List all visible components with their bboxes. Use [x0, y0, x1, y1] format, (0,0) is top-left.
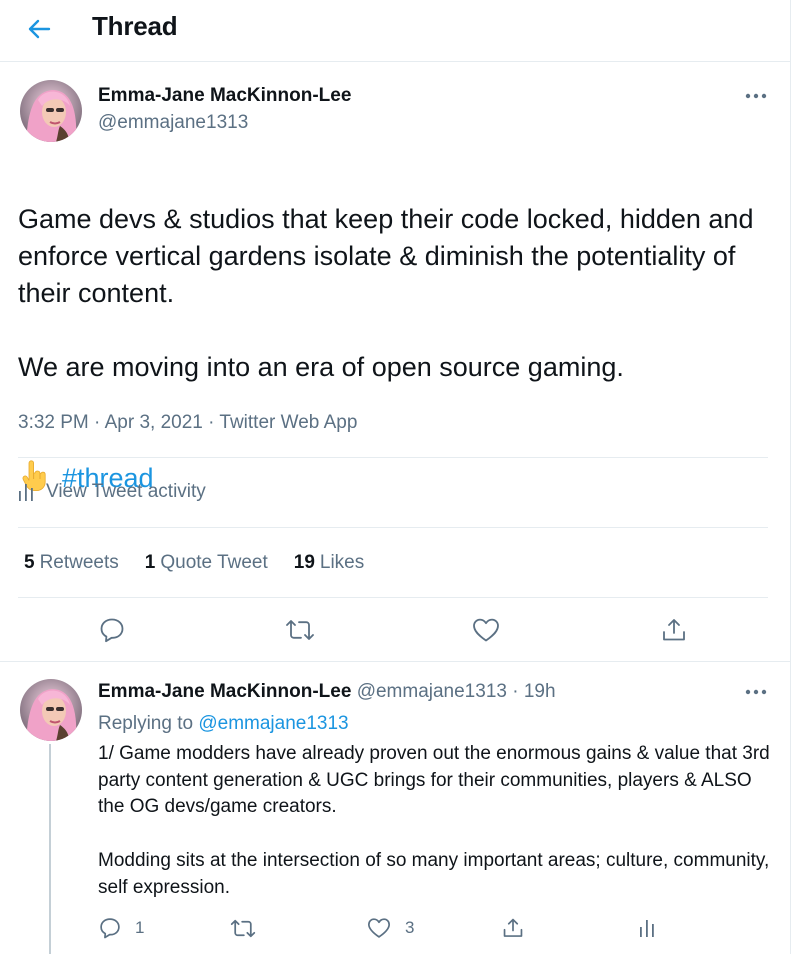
retweet-button[interactable] [280, 610, 320, 650]
analytics-icon [19, 484, 33, 501]
replying-prefix: Replying to [98, 713, 194, 734]
reply-time[interactable]: 19h [524, 681, 556, 702]
tweet-text: Game devs & studios that keep their code… [18, 164, 778, 497]
quotes-label: Quote Tweet [160, 552, 268, 573]
retweet-icon [286, 620, 314, 640]
view-activity-button[interactable]: View Tweet activity [18, 481, 206, 503]
section-divider [0, 661, 791, 662]
replying-to-link[interactable]: @emmajane1313 [198, 713, 348, 734]
divider [18, 457, 768, 458]
reply-separator: · [512, 681, 519, 702]
reply-icon [100, 618, 124, 643]
reply-icon [100, 918, 120, 939]
replying-to: Replying to @emmajane1313 [98, 713, 349, 735]
view-activity-label: View Tweet activity [46, 481, 206, 502]
analytics-icon [640, 920, 654, 937]
profile-photo-icon [20, 80, 82, 142]
reply-text: 1/ Game modders have already proven out … [98, 743, 770, 898]
tweet-stats: 5 Retweets 1 Quote Tweet 19 Likes [24, 552, 390, 574]
heart-icon [367, 918, 390, 938]
reply-author-name[interactable]: Emma-Jane MacKinnon-Lee [98, 681, 351, 702]
likes-label: Likes [319, 552, 365, 573]
likes-count: 19 [293, 552, 315, 573]
likes-stat[interactable]: 19 Likes [294, 552, 365, 574]
more-dots-icon [745, 93, 767, 99]
reply-author-handle[interactable]: @emmajane1313 [357, 681, 507, 702]
reply-like-button[interactable]: 3 [367, 913, 414, 943]
retweets-count: 5 [24, 552, 35, 573]
reply-more-options-button[interactable] [741, 682, 771, 702]
page-title: Thread [92, 11, 178, 41]
share-icon [663, 619, 685, 641]
retweets-label: Retweets [39, 552, 119, 573]
reply-retweet-button[interactable] [230, 913, 256, 943]
reply-header: Emma-Jane MacKinnon-Lee @emmajane1313 · … [98, 681, 556, 703]
author-name[interactable]: Emma-Jane MacKinnon-Lee [98, 85, 351, 107]
quotes-count: 1 [144, 552, 156, 573]
thread-header: Thread [0, 0, 791, 62]
reply-count: 1 [135, 918, 145, 937]
thread-page: Thread Emma-Jane MacKinnon-Lee @emmajane… [0, 0, 791, 954]
author-handle[interactable]: @emmajane1313 [98, 112, 248, 134]
more-dots-icon [745, 689, 767, 695]
profile-photo-icon [20, 679, 82, 741]
share-icon [503, 918, 523, 937]
retweets-stat[interactable]: 5 Retweets [24, 552, 119, 574]
tweet-meta: 3:32 PM · Apr 3, 2021 · Twitter Web App [18, 412, 357, 434]
meta-separator: · [94, 412, 101, 433]
divider [18, 597, 768, 598]
divider [18, 527, 768, 528]
tweet-client: Twitter Web App [219, 412, 358, 433]
reply-share-button[interactable] [502, 913, 524, 943]
like-count: 3 [405, 918, 415, 937]
reply-button[interactable] [92, 610, 132, 650]
tweet-date[interactable]: Apr 3, 2021 [105, 412, 203, 433]
thread-connector-line [49, 744, 51, 954]
share-button[interactable] [654, 610, 694, 650]
reply-reply-button[interactable]: 1 [99, 913, 144, 943]
avatar[interactable] [20, 679, 82, 741]
reply-analytics-button[interactable] [639, 913, 657, 943]
tweet-time[interactable]: 3:32 PM [18, 412, 89, 433]
tweet-body: Game devs & studios that keep their code… [18, 204, 754, 382]
arrow-left-icon [28, 19, 51, 39]
more-options-button[interactable] [741, 86, 771, 106]
quote-tweets-stat[interactable]: 1 Quote Tweet [145, 552, 268, 574]
heart-icon [473, 618, 499, 642]
retweet-icon [230, 919, 256, 937]
avatar[interactable] [20, 80, 82, 142]
meta-separator: · [208, 412, 215, 433]
back-button[interactable] [22, 12, 56, 46]
like-button[interactable] [466, 610, 506, 650]
